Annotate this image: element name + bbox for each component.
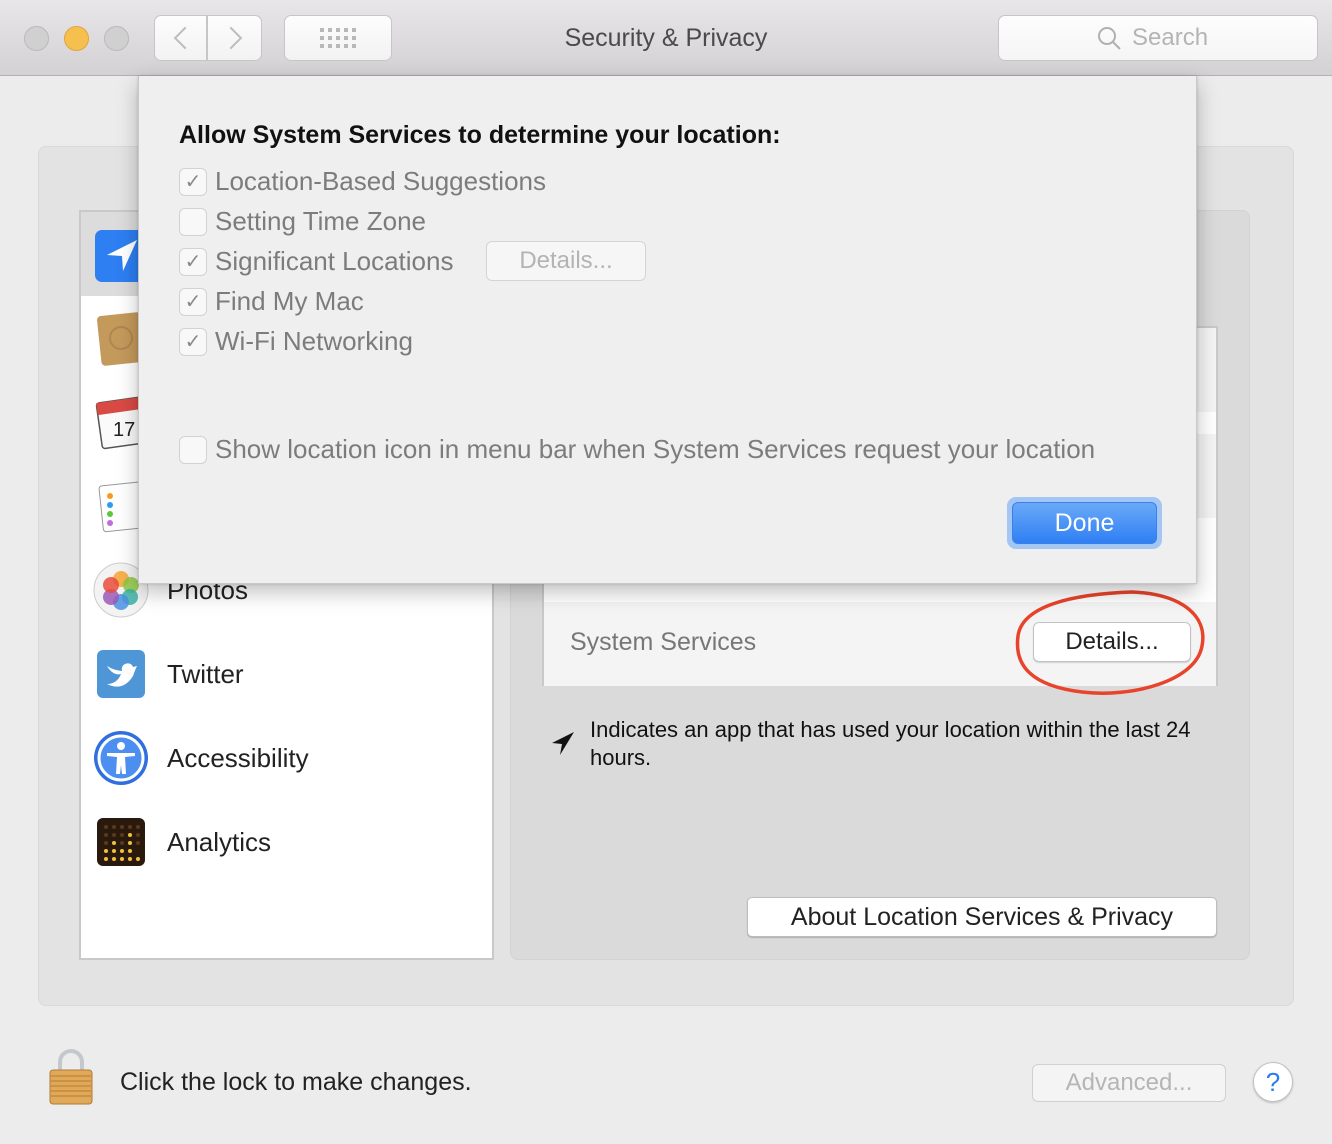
- search-field[interactable]: [998, 15, 1318, 61]
- analytics-icon: [97, 818, 145, 866]
- sheet-title: Allow System Services to determine your …: [179, 121, 781, 149]
- about-location-services-button[interactable]: About Location Services & Privacy: [747, 897, 1217, 937]
- option-significant-locations[interactable]: ✓ Significant Locations: [179, 246, 453, 277]
- lock-icon[interactable]: [46, 1048, 96, 1106]
- option-label: Find My Mac: [215, 286, 364, 316]
- option-label: Show location icon in menu bar when Syst…: [215, 434, 1096, 464]
- option-find-my-mac[interactable]: ✓ Find My Mac: [179, 286, 364, 317]
- significant-locations-details-button[interactable]: Details...: [486, 241, 646, 281]
- sidebar-item-label: Twitter: [167, 658, 244, 689]
- twitter-icon: [97, 650, 145, 698]
- lock-status-text: Click the lock to make changes.: [120, 1068, 472, 1096]
- option-label: Location-Based Suggestions: [215, 166, 547, 196]
- svg-text:17: 17: [113, 419, 135, 441]
- system-services-details-button[interactable]: Details...: [1033, 622, 1191, 662]
- location-arrow-icon: [552, 732, 574, 755]
- option-label: Setting Time Zone: [215, 206, 426, 236]
- option-label: Wi-Fi Networking: [215, 326, 413, 356]
- sidebar-item-label: Analytics: [167, 826, 272, 857]
- option-label: Significant Locations: [215, 246, 454, 276]
- done-button-focus-ring: Done: [1007, 497, 1162, 549]
- checkbox[interactable]: ✓: [179, 287, 207, 316]
- sidebar-item-label: Accessibility: [167, 742, 309, 773]
- checkbox[interactable]: [179, 435, 207, 464]
- checkbox[interactable]: [179, 207, 207, 236]
- accessibility-icon: [94, 731, 148, 785]
- checkmark-icon: ✓: [184, 331, 202, 353]
- sidebar-item-accessibility[interactable]: Accessibility: [81, 716, 492, 800]
- option-show-location-icon-menu-bar[interactable]: Show location icon in menu bar when Syst…: [179, 434, 1095, 465]
- done-button[interactable]: Done: [1012, 502, 1157, 544]
- location-legend-text: Indicates an app that has used your loca…: [590, 717, 1191, 770]
- checkmark-icon: ✓: [184, 251, 202, 273]
- sidebar-item-twitter[interactable]: Twitter: [81, 632, 492, 716]
- checkmark-icon: ✓: [184, 171, 202, 193]
- system-services-label: System Services: [570, 628, 757, 656]
- option-location-based-suggestions[interactable]: ✓ Location-Based Suggestions: [179, 166, 546, 197]
- search-input[interactable]: [1132, 24, 1220, 52]
- advanced-button[interactable]: Advanced...: [1032, 1064, 1226, 1102]
- title-bar: Security & Privacy: [0, 0, 1332, 76]
- checkbox[interactable]: ✓: [179, 247, 207, 276]
- system-services-sheet: Allow System Services to determine your …: [138, 76, 1197, 584]
- option-wifi-networking[interactable]: ✓ Wi-Fi Networking: [179, 326, 413, 357]
- search-icon: [1098, 27, 1121, 50]
- checkmark-icon: ✓: [184, 291, 202, 313]
- option-setting-time-zone[interactable]: Setting Time Zone: [179, 206, 426, 237]
- checkbox[interactable]: ✓: [179, 167, 207, 196]
- help-button[interactable]: ?: [1253, 1062, 1293, 1102]
- checkbox[interactable]: ✓: [179, 327, 207, 356]
- sidebar-item-analytics[interactable]: Analytics: [81, 800, 492, 884]
